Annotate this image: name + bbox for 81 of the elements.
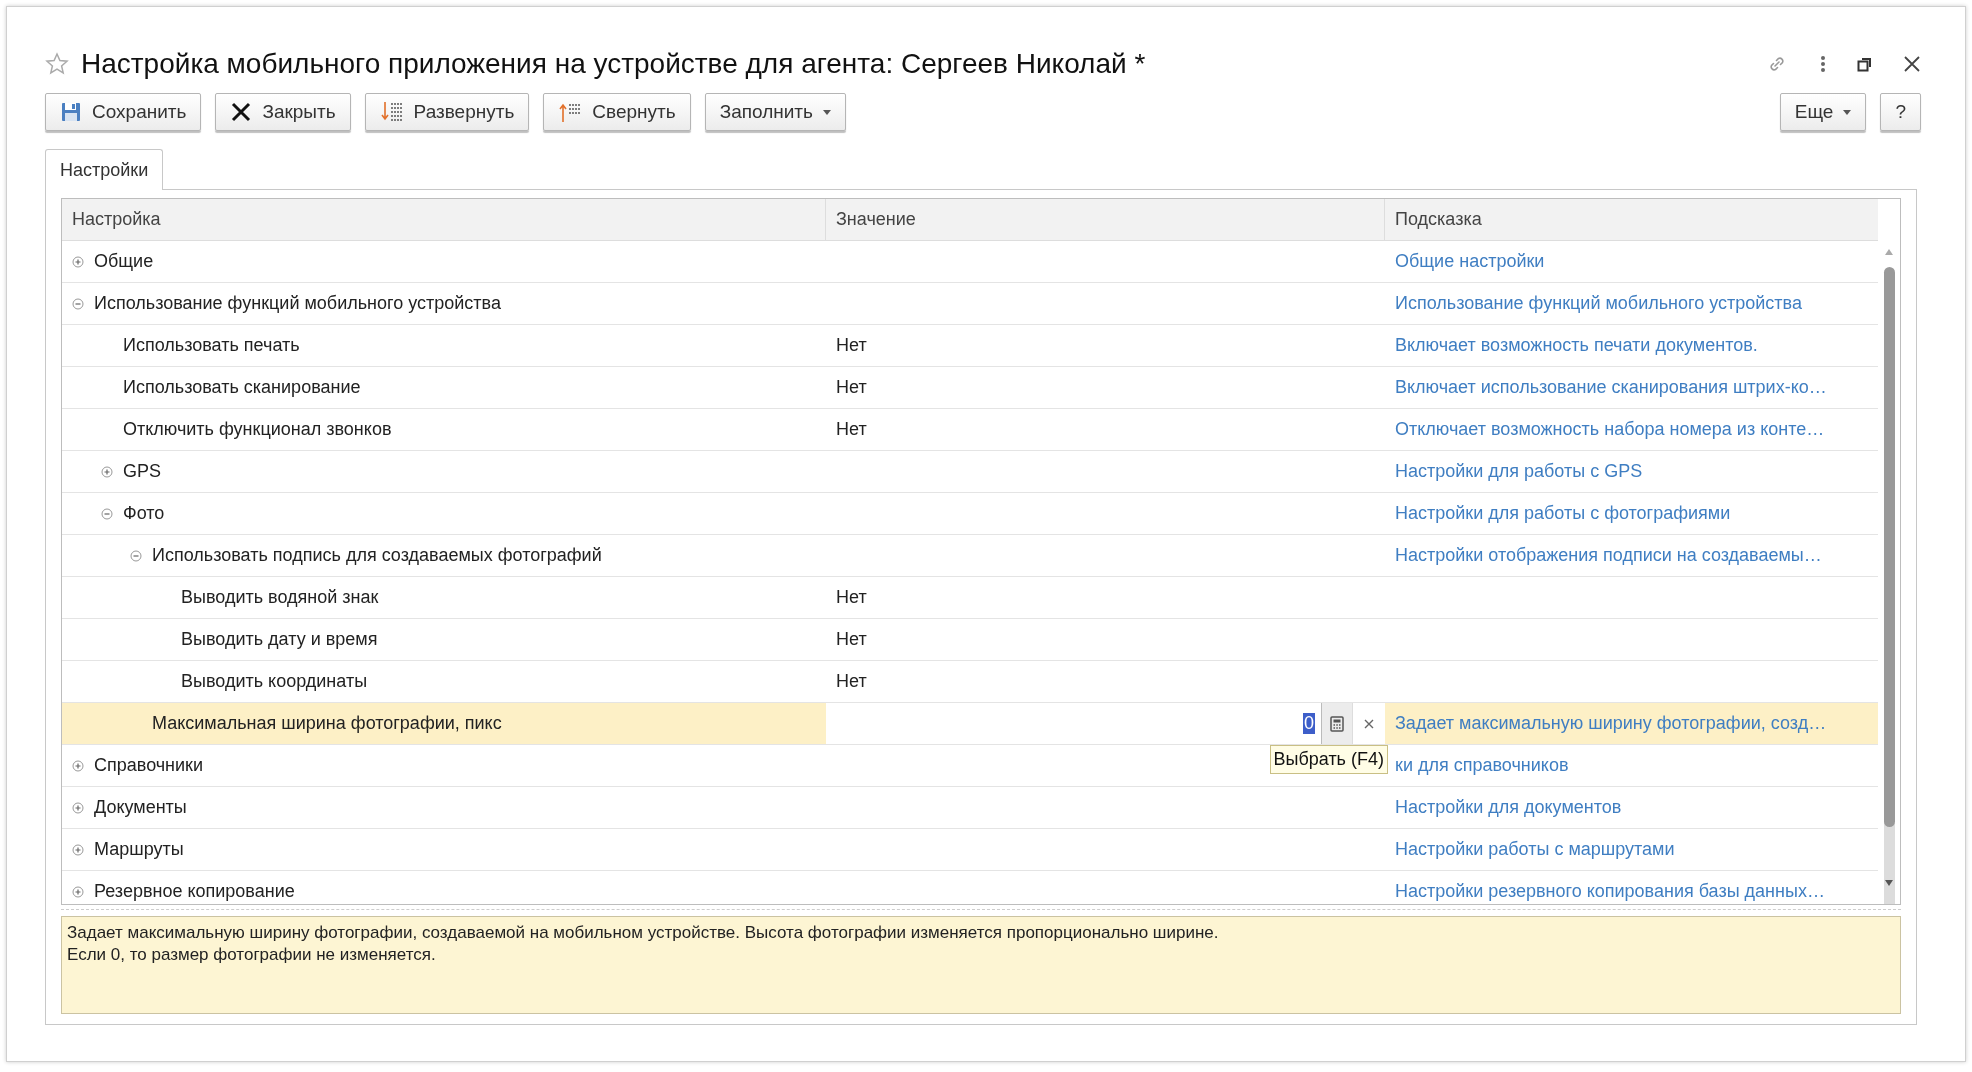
column-header[interactable]: Настройка [62, 199, 826, 241]
description-text: Задает максимальную ширину фотографии, создаваемой на мобильном устройстве. Высота фотографии изменяется пропорционально ширине. Если 0, то размер фотографии не изменяется. [61, 916, 1901, 1014]
expand-toggle-icon[interactable] [72, 885, 84, 898]
expand-icon [379, 100, 404, 124]
table-row[interactable]: Выводить дату и время Нет [62, 619, 1878, 661]
setting-name: Общие [94, 251, 154, 272]
table-row[interactable]: Фото Настройки для работы с фотографиями [62, 493, 1878, 535]
hint-link[interactable]: Настройки резервного копирования базы данных… [1395, 881, 1825, 902]
expand-toggle-icon[interactable] [72, 255, 84, 268]
setting-name: Отключить функционал звонков [123, 419, 392, 440]
table-row[interactable]: Использовать подпись для создаваемых фотографий Настройки отображения подписи на создаваемы… [62, 535, 1878, 577]
table-row[interactable]: Использовать печать Нет Включает возможность печати документов. [62, 325, 1878, 367]
window-title: Настройка мобильного приложения на устройстве для агента: Сергеев Николай * [81, 48, 1147, 80]
hint-link[interactable]: ки для справочников [1395, 755, 1569, 776]
setting-value: Нет [836, 377, 867, 398]
clear-icon [1364, 718, 1374, 729]
table-row[interactable]: GPS Настройки для работы с GPS [62, 451, 1878, 493]
hint-link[interactable]: Использование функций мобильного устройства [1395, 293, 1802, 314]
collapse-toggle-icon[interactable] [130, 549, 142, 562]
hint-link[interactable]: Настройки работы с маршрутами [1395, 839, 1675, 860]
close-icon [230, 101, 253, 123]
toolbar-button[interactable]: Развернуть [364, 93, 530, 131]
setting-name: Максимальная ширина фотографии, пикс [152, 713, 502, 734]
toolbar-button[interactable]: Сохранить [45, 93, 202, 131]
hint-link[interactable]: Включает использование сканирования штрих-ко… [1395, 377, 1827, 398]
column-header[interactable]: Значение [826, 199, 1385, 241]
number-field[interactable]: 0 [836, 703, 1321, 744]
hint-link[interactable]: Настройки для документов [1395, 797, 1622, 818]
setting-value: Нет [836, 419, 867, 440]
setting-name: Выводить водяной знак [181, 587, 379, 608]
table-row[interactable]: Документы Настройки для документов [62, 787, 1878, 829]
save-icon [60, 101, 82, 123]
restore-icon[interactable] [1857, 56, 1873, 72]
hint-link[interactable]: Настройки для работы с GPS [1395, 461, 1643, 482]
setting-value: Нет [836, 671, 867, 692]
close-icon[interactable] [1903, 55, 1921, 73]
setting-name: Справочники [94, 755, 204, 776]
setting-name: Фото [123, 503, 165, 524]
setting-name: Использование функций мобильного устройства [94, 293, 501, 314]
setting-name: Использовать печать [123, 335, 300, 356]
expand-toggle-icon[interactable] [101, 465, 113, 478]
setting-name: Документы [94, 797, 187, 818]
toolbar-button[interactable]: Закрыть [215, 93, 351, 131]
setting-name: Маршруты [94, 839, 184, 860]
more-icon[interactable] [1819, 54, 1827, 74]
table-row[interactable]: Маршруты Настройки работы с маршрутами [62, 829, 1878, 871]
table-row[interactable]: Использовать сканирование Нет Включает использование сканирования штрих-ко… [62, 367, 1878, 409]
setting-value: Нет [836, 587, 867, 608]
setting-name: Использовать сканирование [123, 377, 361, 398]
setting-name: GPS [123, 461, 161, 482]
collapse-toggle-icon[interactable] [101, 507, 113, 520]
star-icon[interactable] [45, 52, 69, 76]
toolbar-button[interactable]: ? [1880, 93, 1921, 131]
toolbar-button[interactable]: Еще [1779, 93, 1867, 131]
setting-name: Использовать подпись для создаваемых фотографий [152, 545, 602, 566]
tab[interactable]: Настройки [45, 149, 164, 190]
scroll-down-arrow[interactable] [1885, 880, 1893, 886]
hint-link[interactable]: Настройки для работы с фотографиями [1395, 503, 1731, 524]
scroll-up-arrow[interactable] [1885, 249, 1893, 255]
table-row[interactable]: Общие Общие настройки [62, 241, 1878, 283]
tooltip: Выбрать (F4) [1269, 745, 1388, 774]
setting-name: Резервное копирование [94, 881, 295, 902]
expand-toggle-icon[interactable] [72, 759, 84, 772]
table-row[interactable]: Использование функций мобильного устройства Использование функций мобильного устройства [62, 283, 1878, 325]
hint-link[interactable]: Включает возможность печати документов. [1395, 335, 1758, 356]
setting-value: Нет [836, 629, 867, 650]
setting-value: Нет [836, 335, 867, 356]
hint-link[interactable]: Общие настройки [1395, 251, 1545, 272]
calculator-icon [1330, 715, 1344, 732]
hint-link[interactable]: Настройки отображения подписи на создаваемы… [1395, 545, 1822, 566]
toolbar-button[interactable]: Свернуть [543, 93, 691, 131]
collapse-toggle-icon[interactable] [72, 297, 84, 310]
setting-name: Выводить дату и время [181, 629, 378, 650]
expand-toggle-icon[interactable] [72, 801, 84, 814]
column-header[interactable]: Подсказка [1385, 199, 1878, 241]
table-row[interactable]: Выводить водяной знак Нет [62, 577, 1878, 619]
expand-toggle-icon[interactable] [72, 843, 84, 856]
table-row[interactable]: Отключить функционал звонков Нет Отключает возможность набора номера из конте… [62, 409, 1878, 451]
toolbar-button[interactable]: Заполнить [704, 93, 846, 131]
hint-link[interactable]: Отключает возможность набора номера из конте… [1395, 419, 1825, 440]
setting-name: Выводить координаты [181, 671, 368, 692]
